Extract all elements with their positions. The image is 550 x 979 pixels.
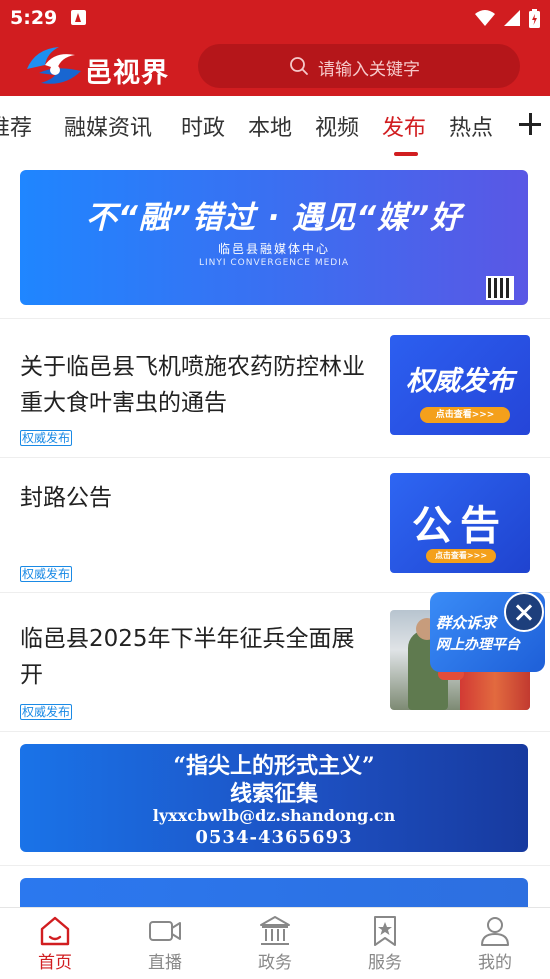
news-thumbnail[interactable]: 公告 点击查看>>> bbox=[390, 473, 530, 573]
signal-icon bbox=[504, 10, 520, 26]
nav-live[interactable]: 直播 bbox=[110, 908, 220, 979]
tab-release[interactable]: 发布 bbox=[382, 110, 426, 142]
search-icon bbox=[290, 57, 308, 75]
news-title[interactable]: 临邑县2025年下半年征兵全面展开 bbox=[20, 621, 370, 693]
app-logo: 邑视界 bbox=[25, 43, 185, 89]
plus-icon[interactable] bbox=[516, 110, 544, 138]
close-icon[interactable] bbox=[504, 592, 544, 632]
nav-service[interactable]: 服务 bbox=[330, 908, 440, 979]
banner-headline: 不“融”错过 · 遇见“媒”好 bbox=[85, 200, 463, 236]
active-tab-indicator bbox=[394, 152, 418, 156]
video-camera-icon bbox=[149, 921, 181, 941]
government-building-icon bbox=[260, 916, 290, 945]
nav-label: 直播 bbox=[148, 953, 182, 973]
thumbnail-title: 权威发布 bbox=[406, 366, 514, 397]
thumbnail-button: 点击查看>>> bbox=[426, 549, 496, 563]
nav-mine[interactable]: 我的 bbox=[440, 908, 550, 979]
nav-home[interactable]: 首页 bbox=[0, 908, 110, 979]
news-title[interactable]: 关于临邑县飞机喷施农药防控林业 重大食叶害虫的通告 bbox=[20, 349, 370, 421]
banner-email: lyxxcbwlb@dz.shandong.cn bbox=[152, 806, 396, 825]
search-placeholder: 请输入关键字 bbox=[318, 60, 420, 80]
home-icon bbox=[40, 916, 70, 946]
bookmark-star-icon bbox=[374, 916, 396, 946]
news-title[interactable]: 封路公告 bbox=[20, 480, 370, 516]
thumbnail-button: 点击查看>>> bbox=[420, 407, 510, 423]
tab-politics[interactable]: 时政 bbox=[181, 110, 225, 142]
status-time: 5:29 bbox=[10, 7, 58, 29]
user-icon bbox=[481, 917, 509, 946]
tab-media-news[interactable]: 融媒资讯 bbox=[64, 110, 152, 142]
divider bbox=[0, 865, 550, 866]
battery-icon bbox=[529, 8, 540, 28]
status-icons bbox=[475, 8, 540, 28]
banner-org: 临邑县融媒体中心 bbox=[217, 242, 330, 256]
news-thumbnail[interactable]: 权威发布 点击查看>>> bbox=[390, 335, 530, 435]
wifi-icon bbox=[475, 10, 495, 26]
search-input[interactable]: 请输入关键字 bbox=[198, 44, 520, 88]
logo-mark-icon bbox=[27, 47, 81, 84]
banner-line-2: 线索征集 bbox=[229, 781, 318, 807]
tab-hot[interactable]: 热点 bbox=[449, 110, 493, 142]
nav-label: 政务 bbox=[258, 953, 292, 973]
thumbnail-title: 公告 bbox=[412, 503, 508, 549]
news-tag: 权威发布 bbox=[20, 430, 73, 446]
widget-line-2: 网上办理平台 bbox=[436, 637, 520, 653]
news-tag: 权威发布 bbox=[20, 704, 73, 720]
app-screen: 5:29 邑视界 请输入关键字 推荐 融媒资 bbox=[0, 0, 550, 979]
notification-app-icon bbox=[71, 10, 86, 25]
tab-local[interactable]: 本地 bbox=[248, 110, 292, 142]
app-header: 邑视界 请输入关键字 bbox=[0, 36, 550, 96]
widget-line-1: 群众诉求 bbox=[436, 614, 497, 632]
channel-tabs: 推荐 融媒资讯 时政 本地 视频 发布 热点 bbox=[0, 96, 550, 160]
top-banner[interactable]: 不“融”错过 · 遇见“媒”好 临邑县融媒体中心 LINYI CONVERGEN… bbox=[20, 170, 528, 305]
news-item[interactable]: 封路公告 权威发布 公告 点击查看>>> bbox=[0, 458, 550, 592]
partial-banner[interactable] bbox=[20, 878, 528, 908]
banner-org-en: LINYI CONVERGENCE MEDIA bbox=[198, 258, 350, 268]
app-name: 邑视界 bbox=[85, 58, 169, 89]
news-item[interactable]: 关于临邑县飞机喷施农药防控林业 重大食叶害虫的通告 权威发布 权威发布 点击查看… bbox=[0, 319, 550, 457]
status-bar: 5:29 bbox=[0, 0, 550, 36]
nav-label: 首页 bbox=[38, 953, 72, 973]
nav-government[interactable]: 政务 bbox=[220, 908, 330, 979]
tab-recommend[interactable]: 推荐 bbox=[0, 110, 32, 142]
clue-collection-banner[interactable]: “指尖上的形式主义” 线索征集 lyxxcbwlb@dz.shandong.cn… bbox=[20, 744, 528, 852]
bottom-nav: 首页 直播 政务 服务 我的 bbox=[0, 907, 550, 979]
divider bbox=[0, 731, 550, 732]
news-tag: 权威发布 bbox=[20, 566, 73, 582]
tab-video[interactable]: 视频 bbox=[315, 110, 359, 142]
banner-phone: 0534-4365693 bbox=[195, 827, 353, 848]
nav-label: 我的 bbox=[478, 953, 512, 973]
qr-code-icon bbox=[486, 276, 514, 300]
nav-label: 服务 bbox=[368, 953, 402, 973]
